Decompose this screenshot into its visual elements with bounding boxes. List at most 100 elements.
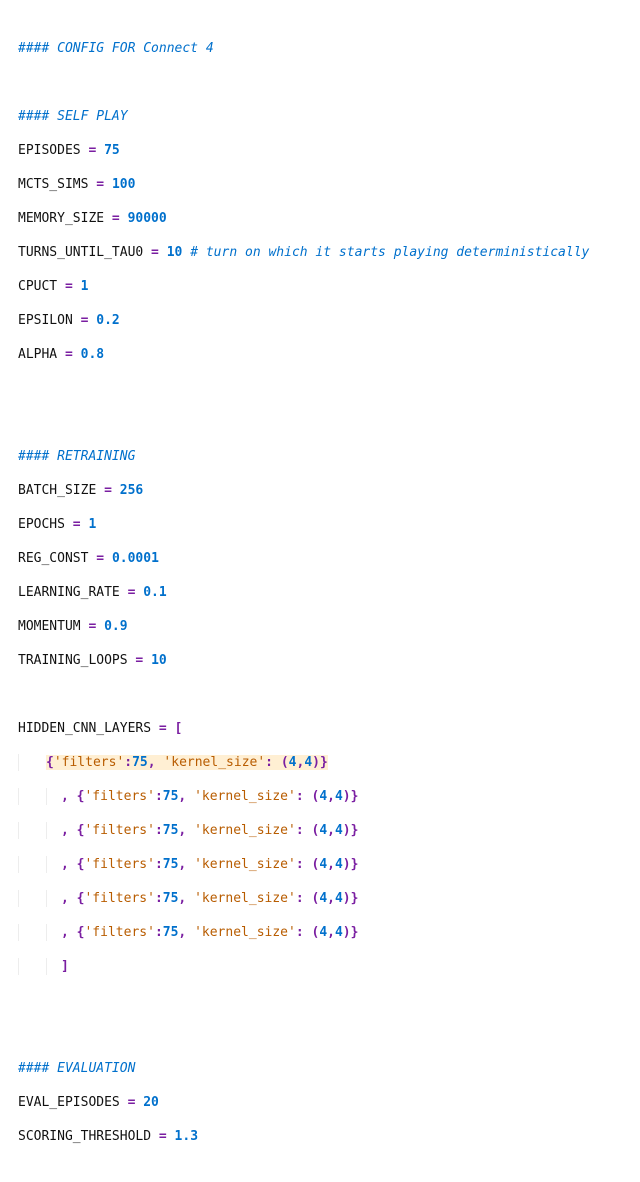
highlighted-dict: {'filters':75, 'kernel_size': (4,4)} xyxy=(46,755,328,770)
var-name: BATCH_SIZE xyxy=(18,483,96,498)
dict-key: 'kernel_size' xyxy=(194,925,296,940)
num: 75 xyxy=(163,857,179,872)
equals: = xyxy=(81,619,104,634)
close-paren: ) xyxy=(343,891,351,906)
colon: : xyxy=(155,925,163,940)
dict-key: 'kernel_size' xyxy=(163,755,265,770)
open-brace: { xyxy=(77,891,85,906)
blank-line xyxy=(18,380,640,397)
code-line: ALPHA = 0.8 xyxy=(18,346,640,363)
open-brace: { xyxy=(77,823,85,838)
num: 0.1 xyxy=(143,585,166,600)
indent-guide xyxy=(18,890,46,907)
close-brace: } xyxy=(351,823,359,838)
comma: , xyxy=(327,891,335,906)
equals: = xyxy=(120,1095,143,1110)
num: 75 xyxy=(163,823,179,838)
var-name: EPSILON xyxy=(18,313,73,328)
num: 4 xyxy=(319,891,327,906)
colon: : xyxy=(296,857,304,872)
dict-key: 'kernel_size' xyxy=(194,823,296,838)
open-bracket: [ xyxy=(175,721,183,736)
comma: , xyxy=(178,857,186,872)
code-line: EPSILON = 0.2 xyxy=(18,312,640,329)
open-brace: { xyxy=(77,789,85,804)
comma: , xyxy=(61,789,69,804)
dict-key: 'filters' xyxy=(84,925,154,940)
equals: = xyxy=(88,177,111,192)
code-line: HIDDEN_CNN_LAYERS = [ xyxy=(18,720,640,737)
dict-key: 'kernel_size' xyxy=(194,891,296,906)
blank-line xyxy=(18,992,640,1009)
equals: = xyxy=(128,653,151,668)
equals: = xyxy=(104,211,127,226)
num: 4 xyxy=(289,755,297,770)
indent-guide xyxy=(18,856,46,873)
num: 4 xyxy=(319,823,327,838)
code-line: , {'filters':75, 'kernel_size': (4,4)} xyxy=(18,788,640,805)
close-paren: ) xyxy=(343,789,351,804)
var-name: ALPHA xyxy=(18,347,57,362)
code-line: LEARNING_RATE = 0.1 xyxy=(18,584,640,601)
dict-key: 'kernel_size' xyxy=(194,789,296,804)
code-line: SCORING_THRESHOLD = 1.3 xyxy=(18,1128,640,1145)
indent-guide xyxy=(46,856,61,873)
code-line: , {'filters':75, 'kernel_size': (4,4)} xyxy=(18,856,640,873)
colon: : xyxy=(124,755,132,770)
num: 75 xyxy=(163,925,179,940)
colon: : xyxy=(296,789,304,804)
comma: , xyxy=(327,823,335,838)
open-brace: { xyxy=(46,755,54,770)
equals: = xyxy=(57,279,80,294)
code-line: TURNS_UNTIL_TAU0 = 10 # turn on which it… xyxy=(18,244,640,261)
dict-key: 'filters' xyxy=(84,891,154,906)
open-paren: ( xyxy=(311,925,319,940)
close-paren: ) xyxy=(343,857,351,872)
var-name: TURNS_UNTIL_TAU0 xyxy=(18,245,143,260)
num: 4 xyxy=(335,823,343,838)
num: 75 xyxy=(104,143,120,158)
code-line: BATCH_SIZE = 256 xyxy=(18,482,640,499)
num: 256 xyxy=(120,483,143,498)
comma: , xyxy=(61,925,69,940)
num: 100 xyxy=(112,177,135,192)
equals: = xyxy=(57,347,80,362)
equals: = xyxy=(88,551,111,566)
num: 75 xyxy=(163,789,179,804)
comma: , xyxy=(61,823,69,838)
comma: , xyxy=(61,857,69,872)
comma: , xyxy=(61,891,69,906)
blank-line xyxy=(18,74,640,91)
num: 10 xyxy=(167,245,183,260)
num: 4 xyxy=(319,925,327,940)
var-name: MEMORY_SIZE xyxy=(18,211,104,226)
var-name: REG_CONST xyxy=(18,551,88,566)
code-line: #### SELF PLAY xyxy=(18,108,640,125)
code-line: ] xyxy=(18,958,640,975)
comma: , xyxy=(178,891,186,906)
blank-line xyxy=(18,1026,640,1043)
equals: = xyxy=(96,483,119,498)
indent-guide xyxy=(18,754,46,771)
comment-evaluation: #### EVALUATION xyxy=(18,1061,135,1076)
open-paren: ( xyxy=(311,857,319,872)
comment-self-play: #### SELF PLAY xyxy=(18,109,128,124)
code-line: REG_CONST = 0.0001 xyxy=(18,550,640,567)
num: 4 xyxy=(335,891,343,906)
num: 4 xyxy=(319,789,327,804)
comma: , xyxy=(327,789,335,804)
indent-guide xyxy=(46,890,61,907)
comma: , xyxy=(327,925,335,940)
close-brace: } xyxy=(351,925,359,940)
comment-title: #### CONFIG FOR Connect 4 xyxy=(18,41,214,56)
num: 4 xyxy=(319,857,327,872)
comment-retraining: #### RETRAINING xyxy=(18,449,135,464)
code-line: EPOCHS = 1 xyxy=(18,516,640,533)
var-name: MCTS_SIMS xyxy=(18,177,88,192)
num: 75 xyxy=(132,755,148,770)
indent-guide xyxy=(46,958,61,975)
num: 20 xyxy=(143,1095,159,1110)
num: 4 xyxy=(335,789,343,804)
num: 4 xyxy=(335,857,343,872)
open-brace: { xyxy=(77,925,85,940)
